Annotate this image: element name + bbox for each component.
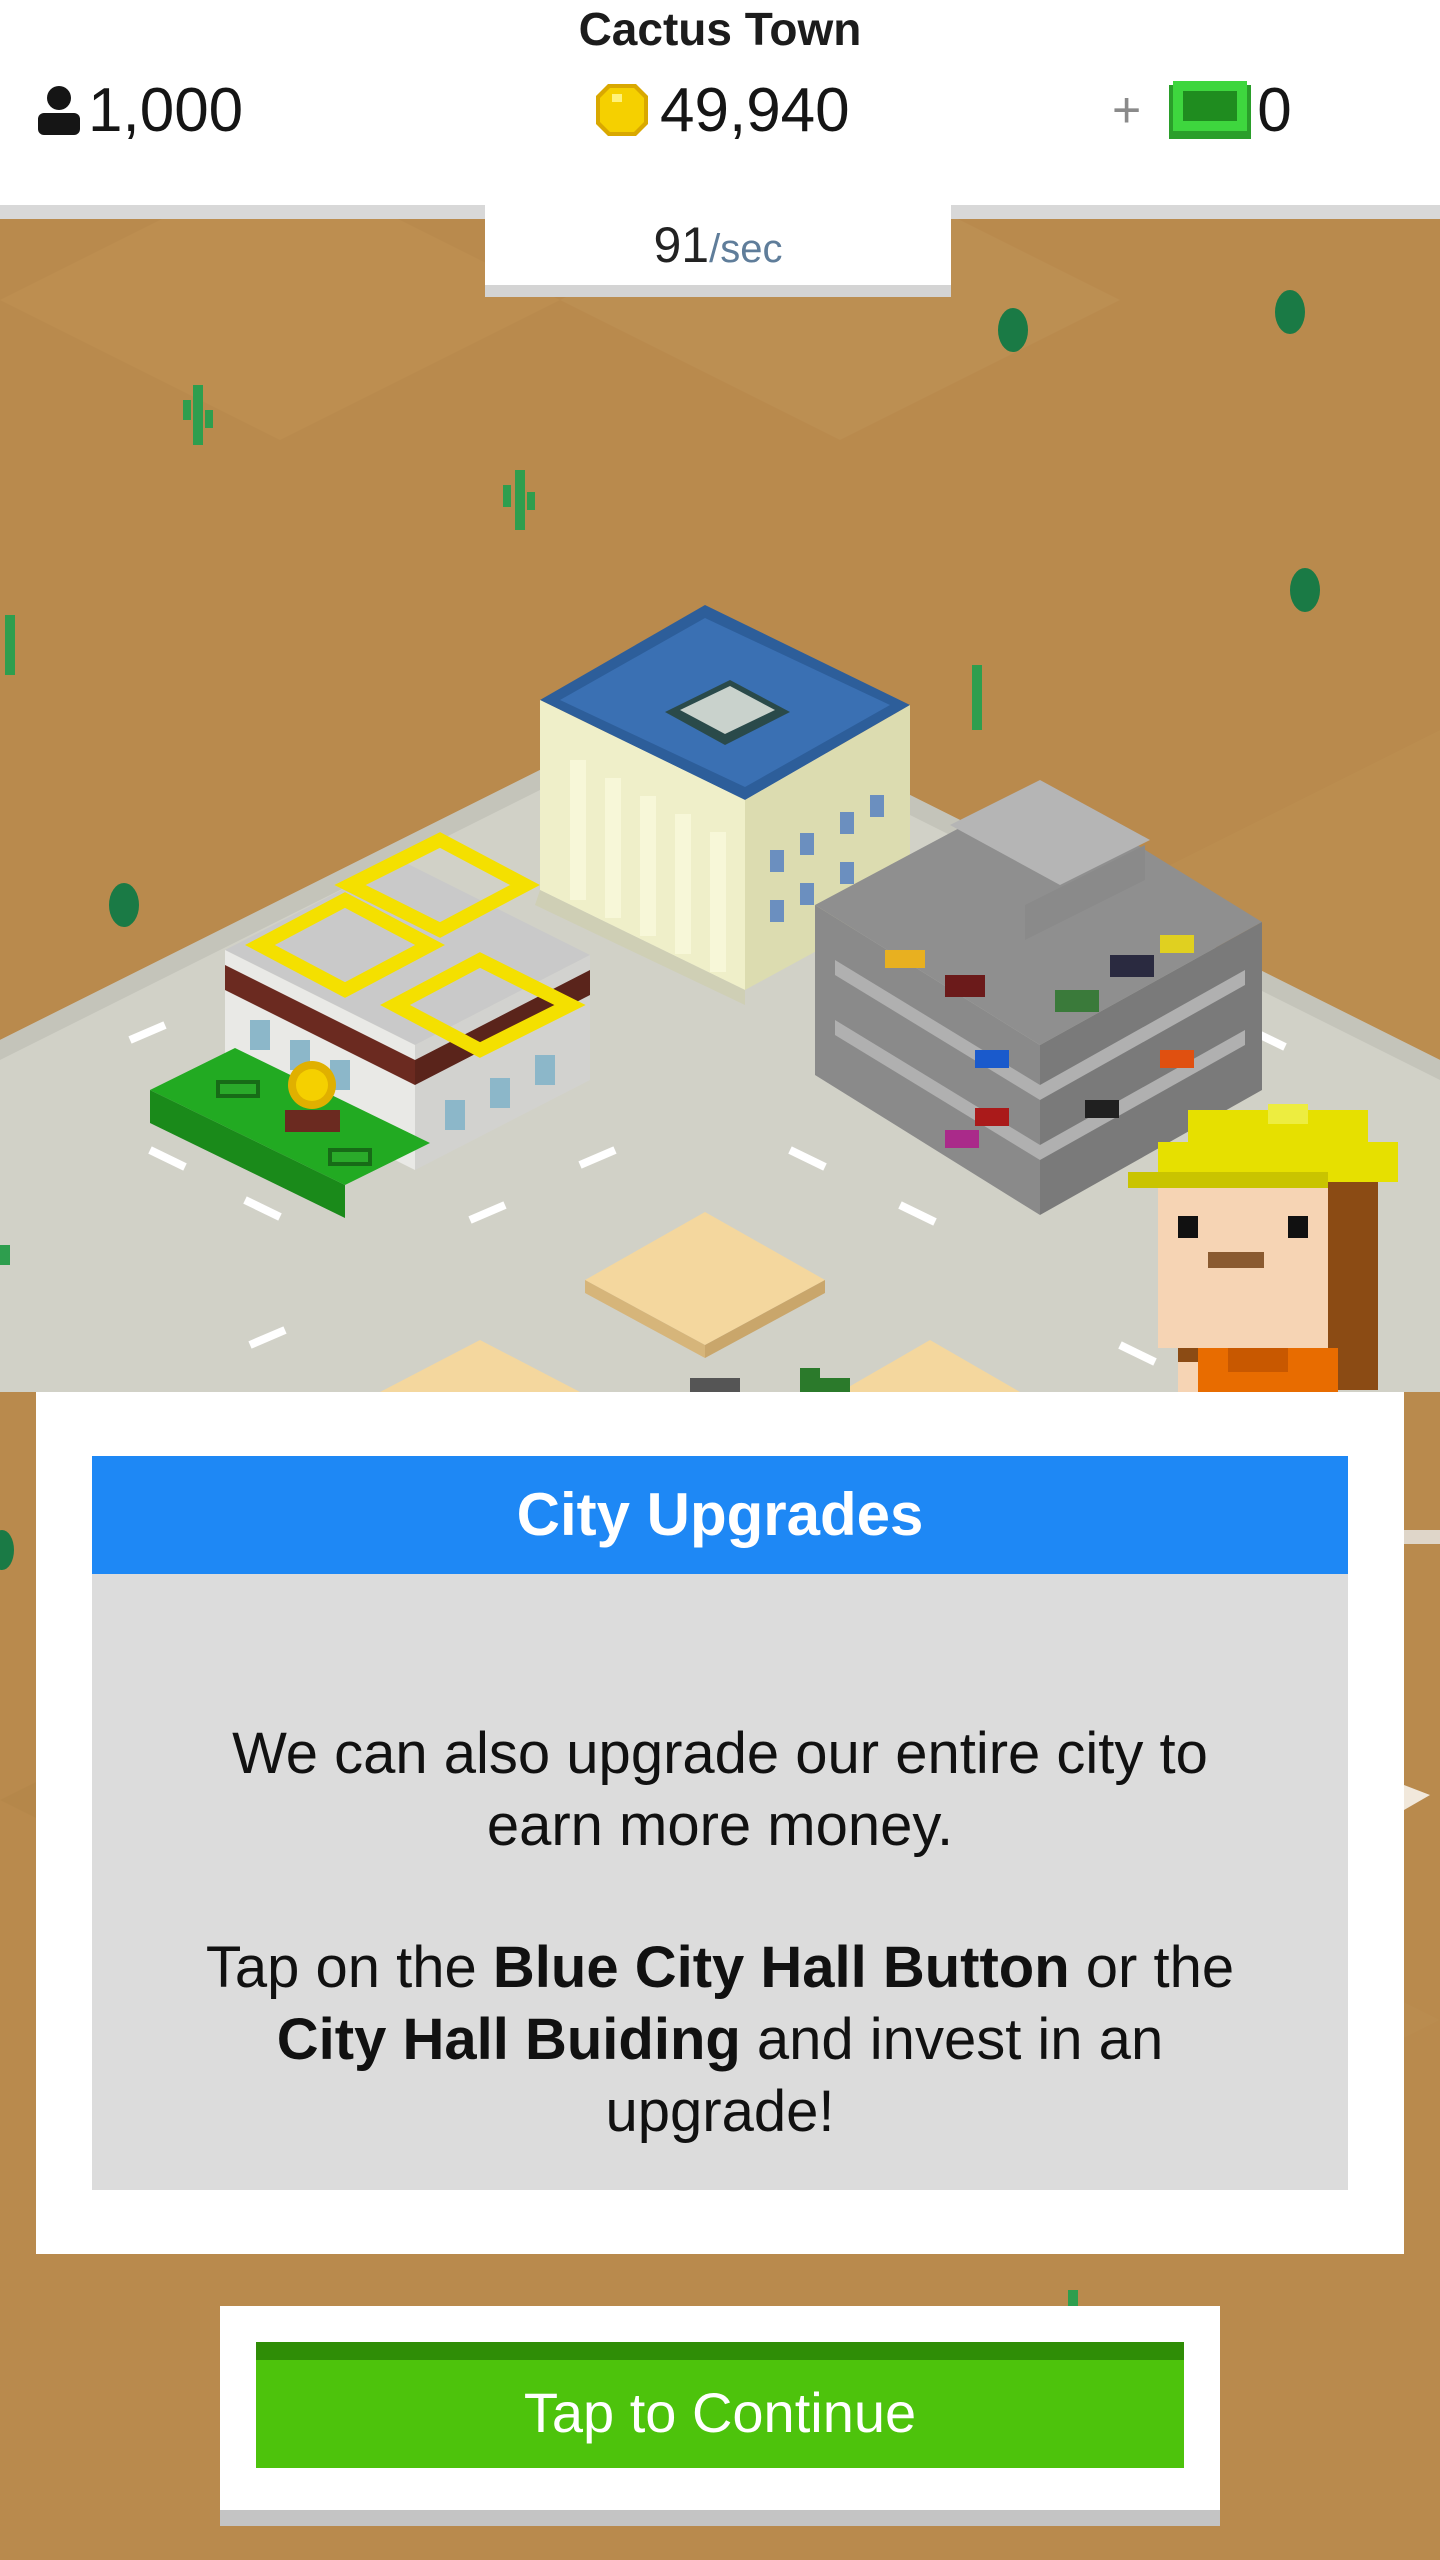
dialog-title: City Upgrades bbox=[92, 1456, 1348, 1574]
tap-to-continue-button[interactable]: Tap to Continue bbox=[256, 2342, 1184, 2468]
p2-text-2: or the bbox=[1069, 1935, 1235, 2000]
population-counter: 1,000 bbox=[36, 70, 243, 150]
plus-icon[interactable]: + bbox=[1112, 81, 1141, 139]
p2-bold-1: Blue City Hall Button bbox=[492, 1935, 1070, 2000]
coins-value: 49,940 bbox=[660, 75, 850, 145]
cash-counter[interactable]: + 0 bbox=[1112, 70, 1292, 150]
dialog-paragraph-2: Tap on the Blue City Hall Button or the … bbox=[182, 1932, 1258, 2148]
person-icon bbox=[38, 86, 80, 135]
coin-counter: 49,940 bbox=[594, 70, 850, 150]
dialog-paragraph-1: We can also upgrade our entire city to e… bbox=[232, 1721, 1208, 1858]
cash-icon bbox=[1169, 81, 1252, 139]
income-rate-unit: /sec bbox=[709, 227, 783, 271]
income-rate-tab: 91/sec bbox=[485, 205, 951, 297]
cash-value: 0 bbox=[1257, 75, 1292, 145]
top-bar: Cactus Town 1,000 49,940 + 0 bbox=[0, 0, 1440, 205]
continue-button-frame: Tap to Continue bbox=[220, 2306, 1220, 2526]
dialog-body: We can also upgrade our entire city to e… bbox=[92, 1574, 1348, 2190]
income-rate-value: 91 bbox=[653, 217, 710, 273]
city-upgrades-dialog: City Upgrades We can also upgrade our en… bbox=[36, 1392, 1404, 2254]
town-name: Cactus Town bbox=[578, 3, 862, 55]
p2-bold-2: City Hall Buiding bbox=[276, 2007, 741, 2072]
p2-text-1: Tap on the bbox=[205, 1935, 493, 2000]
population-value: 1,000 bbox=[88, 75, 244, 145]
coin-icon bbox=[596, 84, 648, 136]
